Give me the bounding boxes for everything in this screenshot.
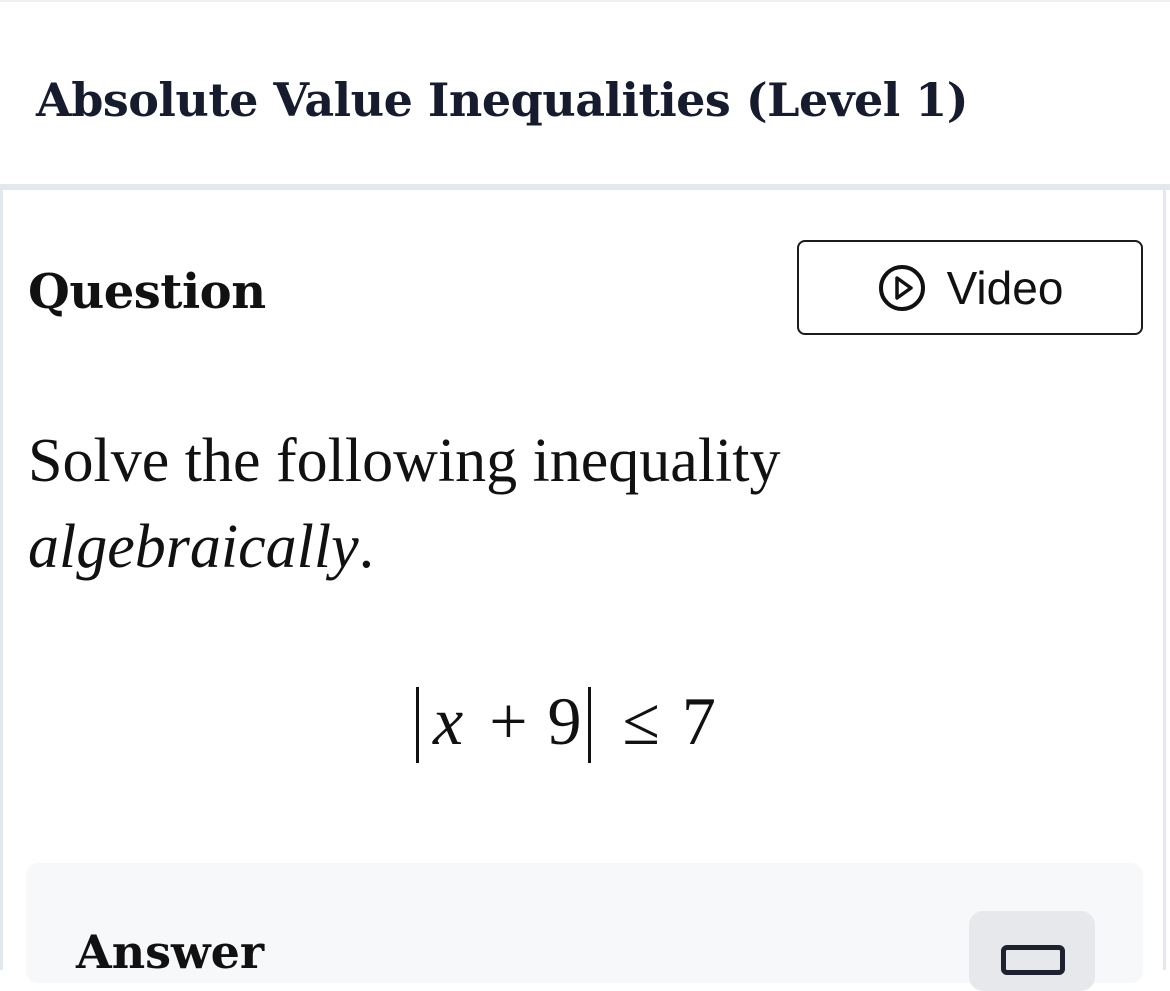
page-title: Absolute Value Inequalities (Level 1) [36, 73, 968, 127]
question-heading: Question [28, 264, 266, 320]
video-button-label: Video [946, 261, 1064, 314]
video-button[interactable]: Video [797, 240, 1143, 335]
keyboard-icon [1001, 945, 1065, 975]
prompt-end: . [358, 513, 375, 581]
play-circle-icon [878, 264, 925, 311]
inequality-expression: x + 9 ≤ 7 [410, 676, 716, 766]
page-header: Absolute Value Inequalities (Level 1) [0, 2, 1170, 186]
expression-bound: 7 [681, 683, 716, 759]
absolute-bar-right [587, 687, 591, 763]
absolute-bar-left [416, 687, 419, 763]
expression-constant: 9 [547, 683, 582, 759]
prompt-text: Solve the following inequality [28, 427, 781, 495]
answer-heading: Answer [76, 925, 265, 979]
prompt-emphasis: algebraically [28, 513, 359, 581]
expression-plus: + [489, 683, 528, 759]
question-prompt: Solve the following inequality algebraica… [28, 418, 928, 590]
expression-variable: x [433, 683, 464, 759]
expression-relation: ≤ [622, 683, 660, 759]
keypad-toggle-button[interactable] [969, 911, 1095, 991]
